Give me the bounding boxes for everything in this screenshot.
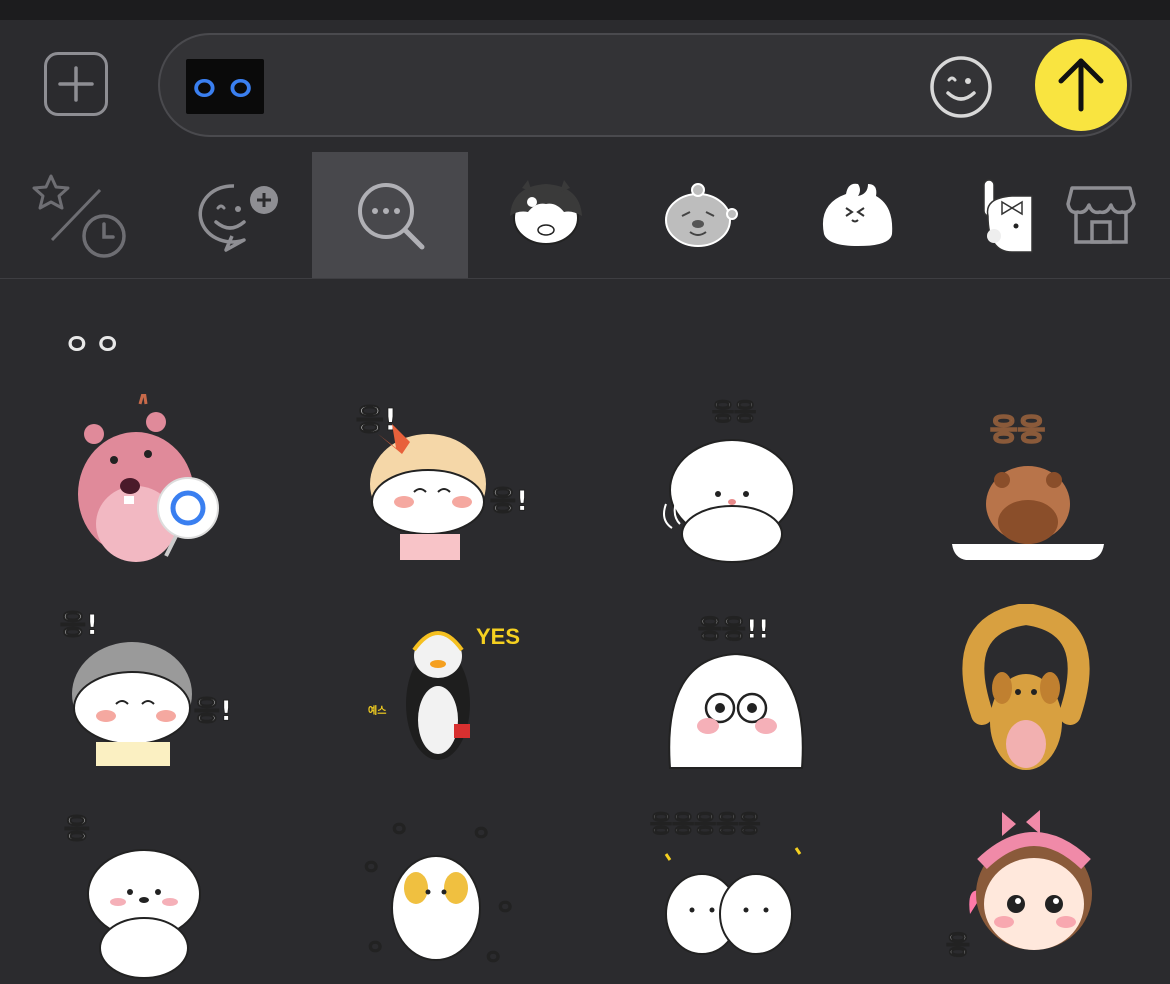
svg-text:예스: 예스 xyxy=(368,704,386,717)
attach-button[interactable] xyxy=(44,52,108,116)
sticker-white-dog-ung[interactable]: 응 xyxy=(56,804,236,984)
svg-text:ㅇ: ㅇ xyxy=(366,935,384,959)
sticker-bears-ung-row[interactable]: 응응응응응 xyxy=(646,804,826,984)
svg-text:응!: 응! xyxy=(194,694,233,727)
search-bubble-icon xyxy=(358,183,425,250)
star-clock-icon xyxy=(32,174,126,258)
sticker-penguin-yes[interactable]: YES 예스 xyxy=(350,604,530,784)
sticker-results: ㅇㅇ 응! 응! 응응 응응 응! 응! YES 예스 응응!! 응 ㅇ ㅇ ㅇ… xyxy=(0,279,1170,979)
girl-sticker-icon xyxy=(510,180,582,245)
svg-text:ㅇ: ㅇ xyxy=(362,855,380,879)
sticker-girl-headband[interactable]: 응 xyxy=(942,804,1122,984)
svg-text:ㅇ: ㅇ xyxy=(472,821,490,845)
svg-text:ㅇ: ㅇ xyxy=(496,895,514,919)
svg-text:응: 응 xyxy=(946,931,970,961)
emoji-icon[interactable] xyxy=(928,54,994,120)
tab-search[interactable] xyxy=(312,152,468,278)
svg-text:응: 응 xyxy=(64,812,90,845)
svg-text:YES: YES xyxy=(476,624,520,649)
tab-pack-bear[interactable] xyxy=(624,152,780,278)
svg-text:응!: 응! xyxy=(60,608,99,641)
sticker-blob-ungung[interactable]: 응응!! xyxy=(646,604,826,784)
store-icon xyxy=(1066,186,1136,244)
sticker-squirrel-ungung[interactable]: 응응 xyxy=(942,394,1122,574)
message-field[interactable]: ㅇㅇ xyxy=(158,33,1132,137)
typed-text: ㅇㅇ xyxy=(186,59,264,114)
status-strip xyxy=(0,0,1170,20)
sticker-bunny-ung[interactable]: ㅇ ㅇ ㅇ ㅇ ㅇ ㅇ xyxy=(350,804,530,984)
svg-text:ㅇ: ㅇ xyxy=(484,945,502,969)
rabbit-bow-sticker-icon xyxy=(983,179,1033,253)
chat-face-plus-icon xyxy=(198,184,278,252)
sticker-beaver-o-sign[interactable] xyxy=(56,394,236,574)
tab-pack-girl[interactable] xyxy=(468,152,624,278)
sticker-girl-bow-ung[interactable]: 응! 응! xyxy=(350,394,530,574)
search-query-label: ㅇㅇ xyxy=(64,329,126,360)
svg-text:응!: 응! xyxy=(356,403,397,438)
arrow-up-icon xyxy=(1058,58,1104,112)
svg-text:응응응응응: 응응응응응 xyxy=(650,810,760,838)
tab-add-emoticon[interactable] xyxy=(156,152,312,278)
svg-text:응응: 응응 xyxy=(990,413,1045,448)
sticker-poodle-ungung[interactable]: 응응 xyxy=(646,394,826,574)
send-button[interactable] xyxy=(1035,39,1127,131)
tab-store[interactable] xyxy=(1034,152,1170,278)
tab-recent[interactable] xyxy=(0,152,156,278)
emoticon-tab-bar xyxy=(0,152,1170,279)
svg-text:응응: 응응 xyxy=(712,398,756,426)
tab-pack-bunny[interactable] xyxy=(780,152,936,278)
svg-text:응응!!: 응응!! xyxy=(698,615,770,645)
sticker-puppy-arms[interactable] xyxy=(942,604,1122,784)
bear-sticker-icon xyxy=(665,183,738,247)
bunny-sticker-icon xyxy=(822,183,893,246)
plus-icon xyxy=(58,66,94,102)
svg-text:응!: 응! xyxy=(490,484,529,517)
message-input-bar: ㅇㅇ xyxy=(0,20,1170,152)
svg-text:ㅇ: ㅇ xyxy=(390,817,408,841)
sticker-boy-ung[interactable]: 응! 응! xyxy=(56,604,236,784)
